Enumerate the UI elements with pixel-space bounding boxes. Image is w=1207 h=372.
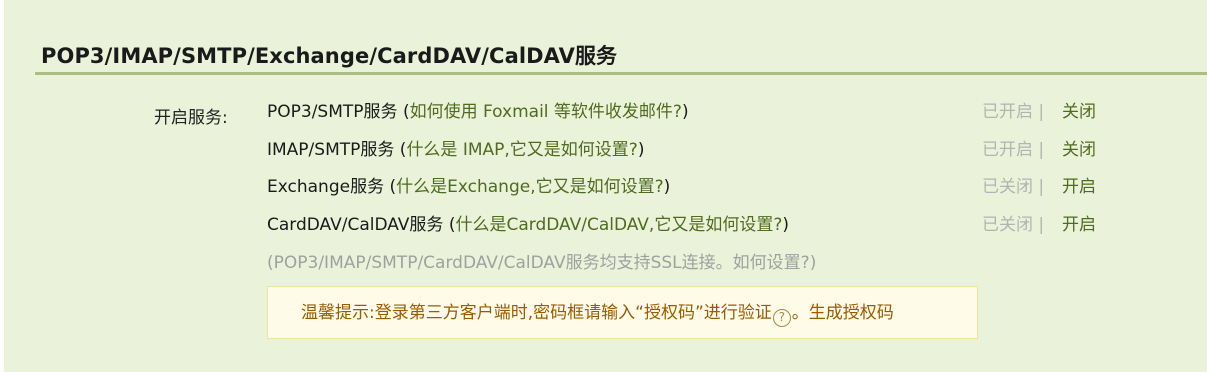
service-row-exchange: Exchange服务 (什么是Exchange,它又是如何设置?) 已关闭 | … <box>267 175 1096 199</box>
service-row-imap: IMAP/SMTP服务 (什么是 IMAP,它又是如何设置?) 已开启 | 关闭 <box>267 138 1096 162</box>
title-divider <box>35 72 1207 75</box>
service-help-link[interactable]: 什么是Exchange,它又是如何设置? <box>396 177 664 197</box>
service-status: 已关闭 | <box>982 177 1045 197</box>
service-toggle-link[interactable]: 关闭 <box>1062 138 1096 162</box>
service-help-link[interactable]: 什么是CardDAV/CalDAV,它又是如何设置? <box>455 215 782 235</box>
help-circle-icon[interactable]: ? <box>772 309 791 327</box>
tip-content: 温馨提示:登录第三方客户端时,密码框请输入“授权码”进行验证? 。生成授权码 <box>301 301 894 327</box>
service-row-pop3: POP3/SMTP服务 (如何使用 Foxmail 等软件收发邮件?) 已开启 … <box>267 100 1096 124</box>
generate-auth-code-link[interactable]: 生成授权码 <box>809 303 894 323</box>
service-toggle-link[interactable]: 关闭 <box>1062 100 1096 124</box>
service-name: POP3/SMTP服务 <box>267 102 398 122</box>
service-name: IMAP/SMTP服务 <box>267 140 395 160</box>
service-toggle-link[interactable]: 开启 <box>1062 175 1096 199</box>
service-row-carddav: CardDAV/CalDAV服务 (什么是CardDAV/CalDAV,它又是如… <box>267 213 1096 237</box>
service-help-link[interactable]: 什么是 IMAP,它又是如何设置? <box>406 140 637 160</box>
service-status: 已开启 | <box>982 140 1045 160</box>
service-status: 已关闭 | <box>982 215 1045 235</box>
ssl-note-close: ) <box>809 253 817 273</box>
ssl-note-text: (POP3/IMAP/SMTP/CardDAV/CalDAV服务均支持SSL连接… <box>267 253 733 273</box>
ssl-note: (POP3/IMAP/SMTP/CardDAV/CalDAV服务均支持SSL连接… <box>267 251 816 275</box>
section-title: POP3/IMAP/SMTP/Exchange/CardDAV/CalDAV服务 <box>41 44 618 68</box>
enable-services-label: 开启服务: <box>154 108 228 128</box>
ssl-help-link[interactable]: 如何设置? <box>733 253 810 273</box>
service-name: CardDAV/CalDAV服务 <box>267 215 444 235</box>
tip-box: 温馨提示:登录第三方客户端时,密码框请输入“授权码”进行验证? 。生成授权码 <box>267 286 978 339</box>
tip-separator: 。 <box>791 303 809 323</box>
service-name: Exchange服务 <box>267 177 385 197</box>
settings-panel: POP3/IMAP/SMTP/Exchange/CardDAV/CalDAV服务… <box>4 0 1207 372</box>
service-status: 已开启 | <box>982 102 1045 122</box>
service-help-link[interactable]: 如何使用 Foxmail 等软件收发邮件? <box>410 102 682 122</box>
tip-text: 温馨提示:登录第三方客户端时,密码框请输入“授权码”进行验证 <box>301 303 772 323</box>
service-toggle-link[interactable]: 开启 <box>1062 213 1096 237</box>
